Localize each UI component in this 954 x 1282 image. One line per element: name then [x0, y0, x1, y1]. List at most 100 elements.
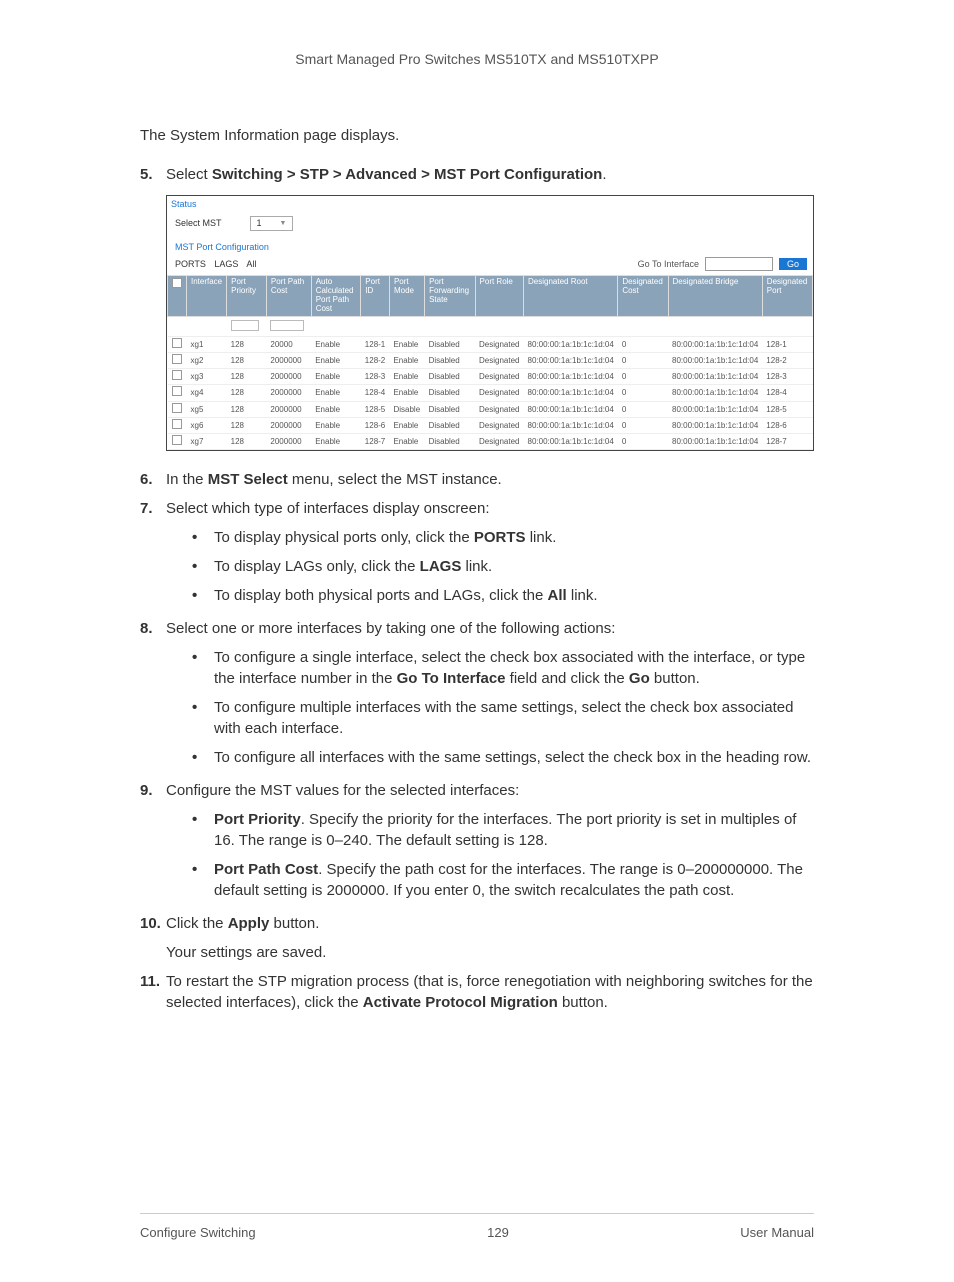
row-checkbox[interactable]: [172, 386, 182, 396]
text: Select one or more interfaces by taking …: [166, 618, 615, 639]
table-row: xg61282000000Enable128-6EnableDisabledDe…: [168, 417, 813, 433]
bold: Port Path Cost: [214, 861, 318, 878]
text: Configure the MST values for the selecte…: [166, 780, 519, 801]
step-num: 10.: [140, 913, 166, 934]
bullet-item: •To display LAGs only, click the LAGS li…: [192, 556, 814, 577]
row-checkbox[interactable]: [172, 435, 182, 445]
bullet-item: •To configure a single interface, select…: [192, 647, 814, 689]
text: In the: [166, 471, 208, 488]
table-row: xg21282000000Enable128-2EnableDisabledDe…: [168, 352, 813, 368]
intro-text: The System Information page displays.: [140, 125, 814, 146]
row-checkbox[interactable]: [172, 419, 182, 429]
row-checkbox[interactable]: [172, 354, 182, 364]
text: . Specify the priority for the interface…: [214, 811, 796, 849]
table-row: xg31282000000Enable128-3EnableDisabledDe…: [168, 369, 813, 385]
bullet-item: •Port Path Cost. Specify the path cost f…: [192, 859, 814, 901]
table-row: xg112820000Enable128-1EnableDisabledDesi…: [168, 336, 813, 352]
bullet-dot: •: [192, 697, 214, 739]
step-num: 6.: [140, 469, 166, 490]
text: button.: [269, 915, 319, 932]
bullet-dot: •: [192, 809, 214, 851]
select-all-checkbox[interactable]: [172, 278, 182, 288]
ui-screenshot: Status Select MST 1 ▼ MST Port Configura…: [166, 195, 814, 451]
port-priority-input[interactable]: [231, 320, 260, 331]
bullet-dot: •: [192, 527, 214, 548]
goto-interface-input[interactable]: [705, 257, 773, 271]
bullet-dot: •: [192, 556, 214, 577]
step-10: 10. Click the Apply button.: [140, 913, 814, 934]
footer-right: User Manual: [740, 1224, 814, 1242]
col-header: Port Mode: [389, 276, 424, 316]
step-num: 11.: [140, 971, 166, 1013]
mst-table: InterfacePort PriorityPort Path CostAuto…: [167, 275, 813, 450]
interface-type-links: PORTS LAGS All: [175, 258, 262, 271]
bullet-dot: •: [192, 585, 214, 606]
page-footer: Configure Switching 129 User Manual: [140, 1213, 814, 1242]
bullet-dot: •: [192, 859, 214, 901]
all-link[interactable]: All: [246, 259, 256, 269]
step-num: 9.: [140, 780, 166, 801]
step-num: 8.: [140, 618, 166, 639]
col-header: Port Priority: [227, 276, 267, 316]
table-row: xg41282000000Enable128-4EnableDisabledDe…: [168, 385, 813, 401]
step-8: 8. Select one or more interfaces by taki…: [140, 618, 814, 639]
col-header: Port ID: [361, 276, 390, 316]
text: Click the: [166, 915, 228, 932]
row-checkbox[interactable]: [172, 338, 182, 348]
port-path-cost-input[interactable]: [270, 320, 303, 331]
status-label: Status: [167, 196, 813, 213]
text: Select: [166, 166, 212, 183]
bold: Activate Protocol Migration: [363, 994, 558, 1011]
bold: Go To Interface: [397, 670, 506, 687]
bullet-item: •To configure multiple interfaces with t…: [192, 697, 814, 739]
step-6: 6. In the MST Select menu, select the MS…: [140, 469, 814, 490]
step-num: 7.: [140, 498, 166, 519]
text: .: [602, 166, 606, 183]
col-header: [168, 276, 187, 316]
doc-header: Smart Managed Pro Switches MS510TX and M…: [140, 50, 814, 70]
row-checkbox[interactable]: [172, 370, 182, 380]
text: button.: [650, 670, 700, 687]
section-title: MST Port Configuration: [167, 235, 813, 256]
footer-left: Configure Switching: [140, 1224, 256, 1242]
mst-dropdown[interactable]: 1 ▼: [250, 216, 294, 231]
bullet-dot: •: [192, 647, 214, 689]
col-header: Port Forwarding State: [425, 276, 475, 316]
row-checkbox[interactable]: [172, 403, 182, 413]
step-7: 7. Select which type of interfaces displ…: [140, 498, 814, 519]
bullet-item: •Port Priority. Specify the priority for…: [192, 809, 814, 851]
col-header: Port Role: [475, 276, 523, 316]
text: To configure all interfaces with the sam…: [214, 749, 811, 766]
step-num: 5.: [140, 164, 166, 185]
col-header: Interface: [187, 276, 227, 316]
text: To configure multiple interfaces with th…: [214, 699, 793, 737]
text: To display both physical ports and LAGs,…: [214, 587, 548, 604]
text: To display physical ports only, click th…: [214, 529, 474, 546]
col-header: Port Path Cost: [266, 276, 311, 316]
bold: PORTS: [474, 529, 526, 546]
text: link.: [526, 529, 557, 546]
bullet-item: •To display both physical ports and LAGs…: [192, 585, 814, 606]
step-10-result: Your settings are saved.: [166, 942, 814, 963]
select-mst-label: Select MST: [175, 217, 222, 230]
col-header: Designated Root: [524, 276, 618, 316]
bullet-dot: •: [192, 747, 214, 768]
table-row: xg51282000000Enable128-5DisableDisabledD…: [168, 401, 813, 417]
text: field and click the: [506, 670, 629, 687]
bold: MST Select: [208, 471, 288, 488]
col-header: Designated Cost: [618, 276, 668, 316]
lags-link[interactable]: LAGS: [214, 259, 238, 269]
footer-page: 129: [487, 1224, 509, 1242]
go-button[interactable]: Go: [779, 258, 807, 270]
bold: All: [548, 587, 567, 604]
bullet-item: •To display physical ports only, click t…: [192, 527, 814, 548]
ports-link[interactable]: PORTS: [175, 259, 206, 269]
bullet-item: •To configure all interfaces with the sa…: [192, 747, 814, 768]
mst-value: 1: [257, 217, 262, 230]
menu-path: Switching > STP > Advanced > MST Port Co…: [212, 166, 602, 183]
col-header: Designated Port: [762, 276, 812, 316]
text: To display LAGs only, click the: [214, 558, 420, 575]
table-row: xg71282000000Enable128-7EnableDisabledDe…: [168, 433, 813, 449]
goto-label: Go To Interface: [638, 258, 699, 271]
bold: Go: [629, 670, 650, 687]
